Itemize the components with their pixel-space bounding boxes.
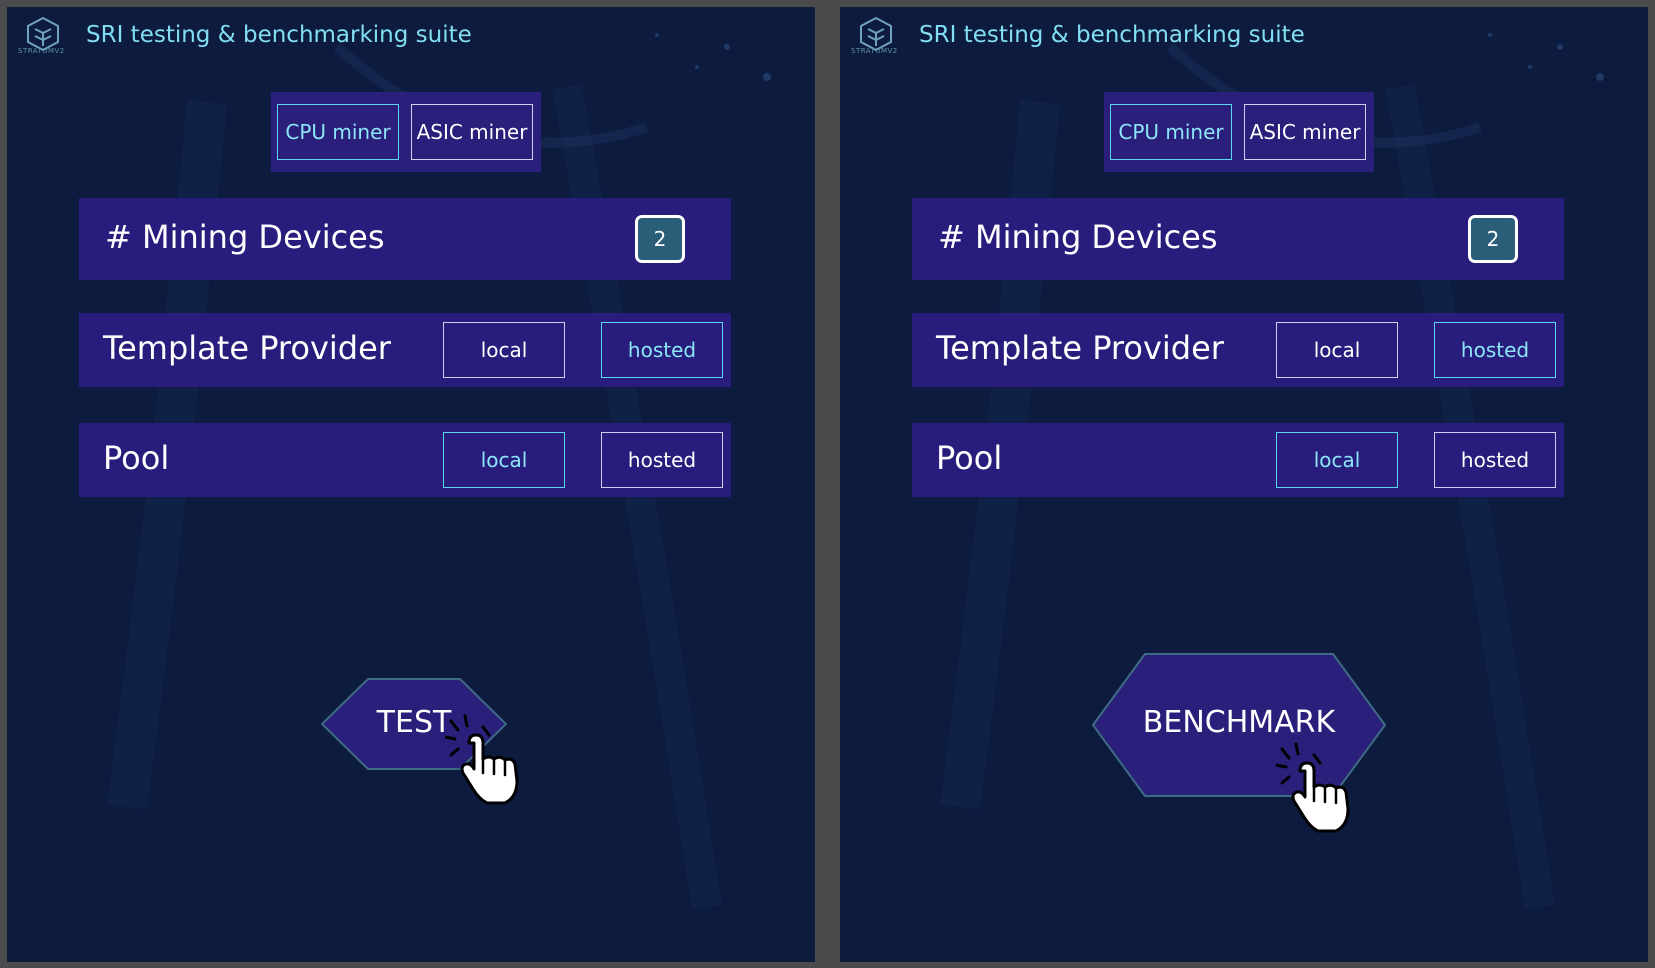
mining-devices-row: # Mining Devices 2 [912, 198, 1564, 280]
pool-hosted-button[interactable]: hosted [1434, 432, 1556, 488]
benchmark-panel: STRATUMV2 SRI testing & benchmarking sui… [840, 7, 1648, 962]
template-provider-hosted-button[interactable]: hosted [1434, 322, 1556, 378]
pool-local-button[interactable]: local [443, 432, 565, 488]
app-title: SRI testing & benchmarking suite [919, 22, 1305, 48]
pool-label: Pool [936, 439, 1003, 477]
logo-wordmark: STRATUMV2 [18, 47, 65, 55]
hand-pointer-click-icon [1276, 742, 1350, 833]
stratum-logo-icon [27, 16, 59, 52]
asic-miner-button[interactable]: ASIC miner [411, 104, 533, 160]
mining-devices-row: # Mining Devices 2 [79, 198, 731, 280]
hand-pointer-click-icon [445, 714, 519, 805]
template-provider-hosted-button[interactable]: hosted [601, 322, 723, 378]
cpu-miner-button[interactable]: CPU miner [277, 104, 399, 160]
test-panel: STRATUMV2 SRI testing & benchmarking sui… [7, 7, 815, 962]
app-title: SRI testing & benchmarking suite [86, 22, 472, 48]
logo-wordmark: STRATUMV2 [851, 47, 898, 55]
cpu-miner-button[interactable]: CPU miner [1110, 104, 1232, 160]
pool-label: Pool [103, 439, 170, 477]
mining-devices-count[interactable]: 2 [635, 215, 685, 263]
template-provider-row: Template Provider local hosted [79, 313, 731, 387]
mining-devices-label: # Mining Devices [938, 218, 1218, 256]
template-provider-row: Template Provider local hosted [912, 313, 1564, 387]
benchmark-button-label: BENCHMARK [1142, 705, 1336, 740]
template-provider-local-button[interactable]: local [443, 322, 565, 378]
template-provider-label: Template Provider [103, 329, 391, 367]
pool-hosted-button[interactable]: hosted [601, 432, 723, 488]
pool-row: Pool local hosted [912, 423, 1564, 497]
pool-local-button[interactable]: local [1276, 432, 1398, 488]
mining-devices-label: # Mining Devices [105, 218, 385, 256]
miner-type-toggle: CPU miner ASIC miner [1104, 92, 1374, 172]
mining-devices-count[interactable]: 2 [1468, 215, 1518, 263]
template-provider-local-button[interactable]: local [1276, 322, 1398, 378]
pool-row: Pool local hosted [79, 423, 731, 497]
template-provider-label: Template Provider [936, 329, 1224, 367]
stratum-logo-icon [860, 16, 892, 52]
miner-type-toggle: CPU miner ASIC miner [271, 92, 541, 172]
asic-miner-button[interactable]: ASIC miner [1244, 104, 1366, 160]
